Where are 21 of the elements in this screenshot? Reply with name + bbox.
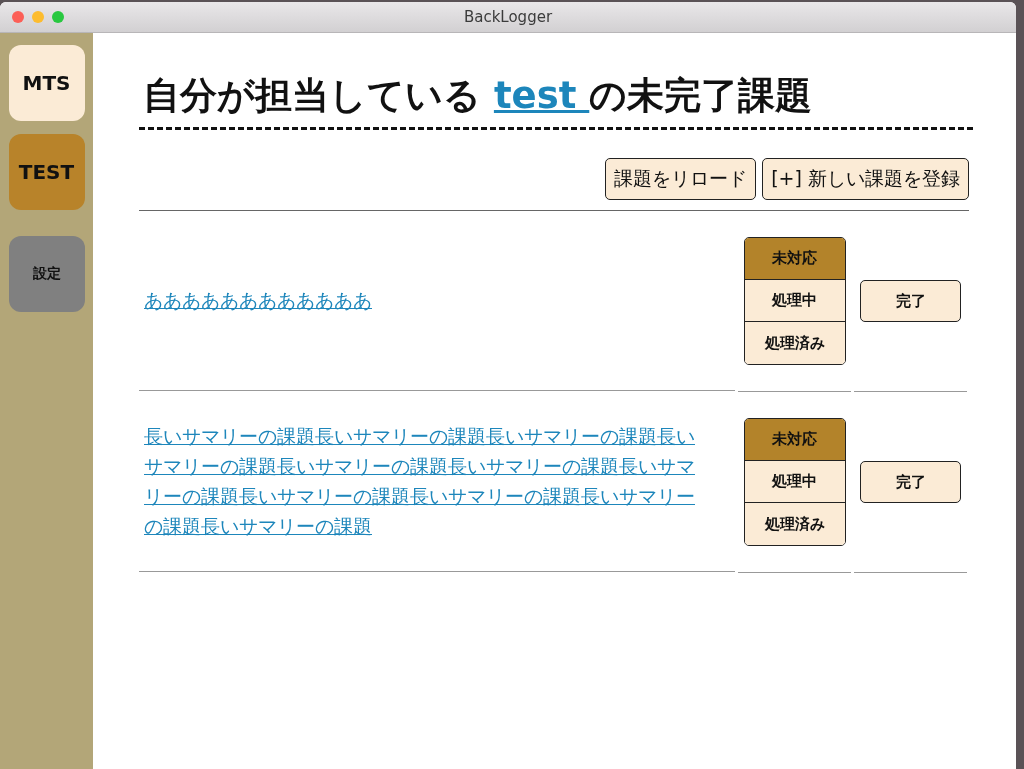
sidebar-item[interactable]: 設定 <box>8 236 85 312</box>
page-heading: 自分が担当している test の未完了課題 <box>143 74 813 117</box>
status-button[interactable]: 未対応 <box>744 419 845 461</box>
status-button[interactable]: 処理中 <box>744 280 845 322</box>
minimize-icon[interactable] <box>32 11 44 23</box>
sidebar-item[interactable]: TEST <box>8 134 85 210</box>
issue-summary-link[interactable]: ああああああああああああ <box>144 285 712 316</box>
sidebar-item[interactable]: MTS <box>8 45 85 121</box>
window-title: BackLogger <box>463 8 553 26</box>
toolbar-button[interactable]: [+] 新しい課題を登録 <box>762 158 969 200</box>
done-button[interactable]: 完了 <box>860 461 961 503</box>
status-button[interactable]: 処理中 <box>744 461 845 503</box>
issue-summary-link[interactable]: 長いサマリーの課題長いサマリーの課題長いサマリーの課題長いサマリーの課題長いサマリーの課題長いサマリーの課題長いサマリーの課題長いサマリーの課題長いサマリーの課題長いサマリーの課題長いサマリーの課題 <box>144 421 712 542</box>
status-button[interactable]: 処理済み <box>744 503 845 545</box>
done-button[interactable]: 完了 <box>860 280 961 322</box>
status-button[interactable]: 処理済み <box>744 322 845 364</box>
toolbar-button[interactable]: 課題をリロード <box>605 158 757 200</box>
close-icon[interactable] <box>12 11 24 23</box>
status-button[interactable]: 未対応 <box>744 238 845 280</box>
project-link[interactable]: test <box>493 74 590 117</box>
zoom-icon[interactable] <box>52 11 64 23</box>
